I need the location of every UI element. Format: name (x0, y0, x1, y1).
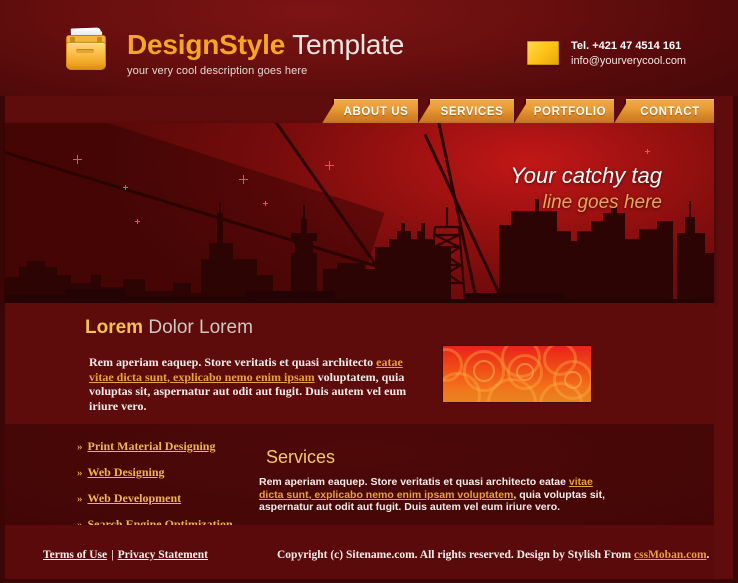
envelope-icon (527, 41, 559, 65)
services-text-1: Rem aperiam eaquep. Store veritatis et q… (259, 476, 569, 488)
footer-link-separator: | (111, 549, 114, 561)
hero-banner: Your catchy tag line goes here (5, 123, 714, 303)
footer-copyright-text: Copyright (c) Sitename.com. All rights r… (277, 549, 635, 561)
nav-item-services[interactable]: SERVICES (417, 99, 514, 125)
list-item: » Web Designing (77, 465, 267, 480)
orange-swirl-banner (443, 346, 591, 402)
hero-tagline: Your catchy tag line goes here (510, 163, 662, 214)
intro-heading-grey: Dolor Lorem (143, 317, 253, 338)
nav-label-portfolio: PORTFOLIO (533, 106, 607, 118)
nav-label-contact: CONTACT (640, 106, 700, 118)
header-contact-info: Tel. +421 47 4514 161 info@yourverycool.… (527, 38, 686, 69)
nav-label-about-us: ABOUT US (343, 106, 409, 118)
chevron-double-right-icon: » (77, 441, 83, 453)
frame-bottom-edge (0, 579, 738, 583)
service-link-web-designing[interactable]: Web Designing (88, 465, 165, 479)
services-heading: Services (266, 447, 336, 467)
brand-title-light: Template (285, 29, 405, 60)
intro-paragraph: Rem aperiam eaquep. Store veritatis et q… (89, 355, 429, 413)
services-section: » Print Material Designing » Web Designing… (5, 424, 714, 531)
site-logo[interactable]: DesignStyle Template your very cool desc… (62, 27, 404, 77)
list-item: » Web Development (77, 491, 267, 506)
services-paragraph: Rem aperiam eaquep. Store veritatis et q… (259, 476, 619, 514)
footer-link-privacy-statement[interactable]: Privacy Statement (118, 549, 208, 561)
footer-link-cssmoban[interactable]: cssMoban.com (634, 549, 707, 561)
footer-link-terms-of-use[interactable]: Terms of Use (43, 549, 107, 561)
brand-title: DesignStyle Template (127, 29, 404, 61)
hero-tagline-line2: line goes here (542, 192, 662, 214)
list-item: » Print Material Designing (77, 439, 267, 454)
page-root: DesignStyle Template your very cool desc… (0, 0, 738, 583)
chevron-double-right-icon: » (77, 467, 83, 479)
site-footer: Terms of Use | Privacy Statement Copyright… (5, 525, 714, 579)
service-link-web-development[interactable]: Web Development (88, 491, 182, 505)
footer-copyright-end: . (706, 549, 710, 561)
hero-tagline-line1: Your catchy tag (510, 163, 662, 188)
nav-item-portfolio[interactable]: PORTFOLIO (513, 99, 614, 125)
intro-heading: Lorem Dolor Lorem (85, 317, 253, 339)
star-icon (325, 161, 334, 170)
star-icon (645, 149, 650, 154)
footer-legal-links: Terms of Use | Privacy Statement (43, 549, 208, 561)
nav-item-contact[interactable]: CONTACT (613, 99, 714, 125)
contact-email[interactable]: info@yourverycool.com (571, 54, 686, 69)
intro-section: Lorem Dolor Lorem Rem aperiam eaquep. St… (5, 303, 714, 423)
nav-label-services: SERVICES (440, 106, 504, 118)
folder-icon (62, 27, 110, 73)
chevron-double-right-icon: » (77, 493, 83, 505)
site-header: DesignStyle Template your very cool desc… (0, 0, 738, 96)
nav-item-about-us[interactable]: ABOUT US (321, 99, 418, 125)
brand-tagline: your very cool description goes here (127, 65, 308, 77)
brand-title-bold: DesignStyle (127, 29, 286, 60)
main-navigation: ABOUT US SERVICES PORTFOLIO CONTACT (0, 99, 738, 125)
service-link-print-material-designing[interactable]: Print Material Designing (88, 439, 216, 453)
contact-phone: Tel. +421 47 4514 161 (571, 40, 682, 52)
footer-copyright: Copyright (c) Sitename.com. All rights r… (277, 549, 709, 561)
intro-text-1: Rem aperiam eaquep. Store veritatis et q… (89, 355, 377, 369)
intro-heading-gold: Lorem (85, 317, 144, 338)
